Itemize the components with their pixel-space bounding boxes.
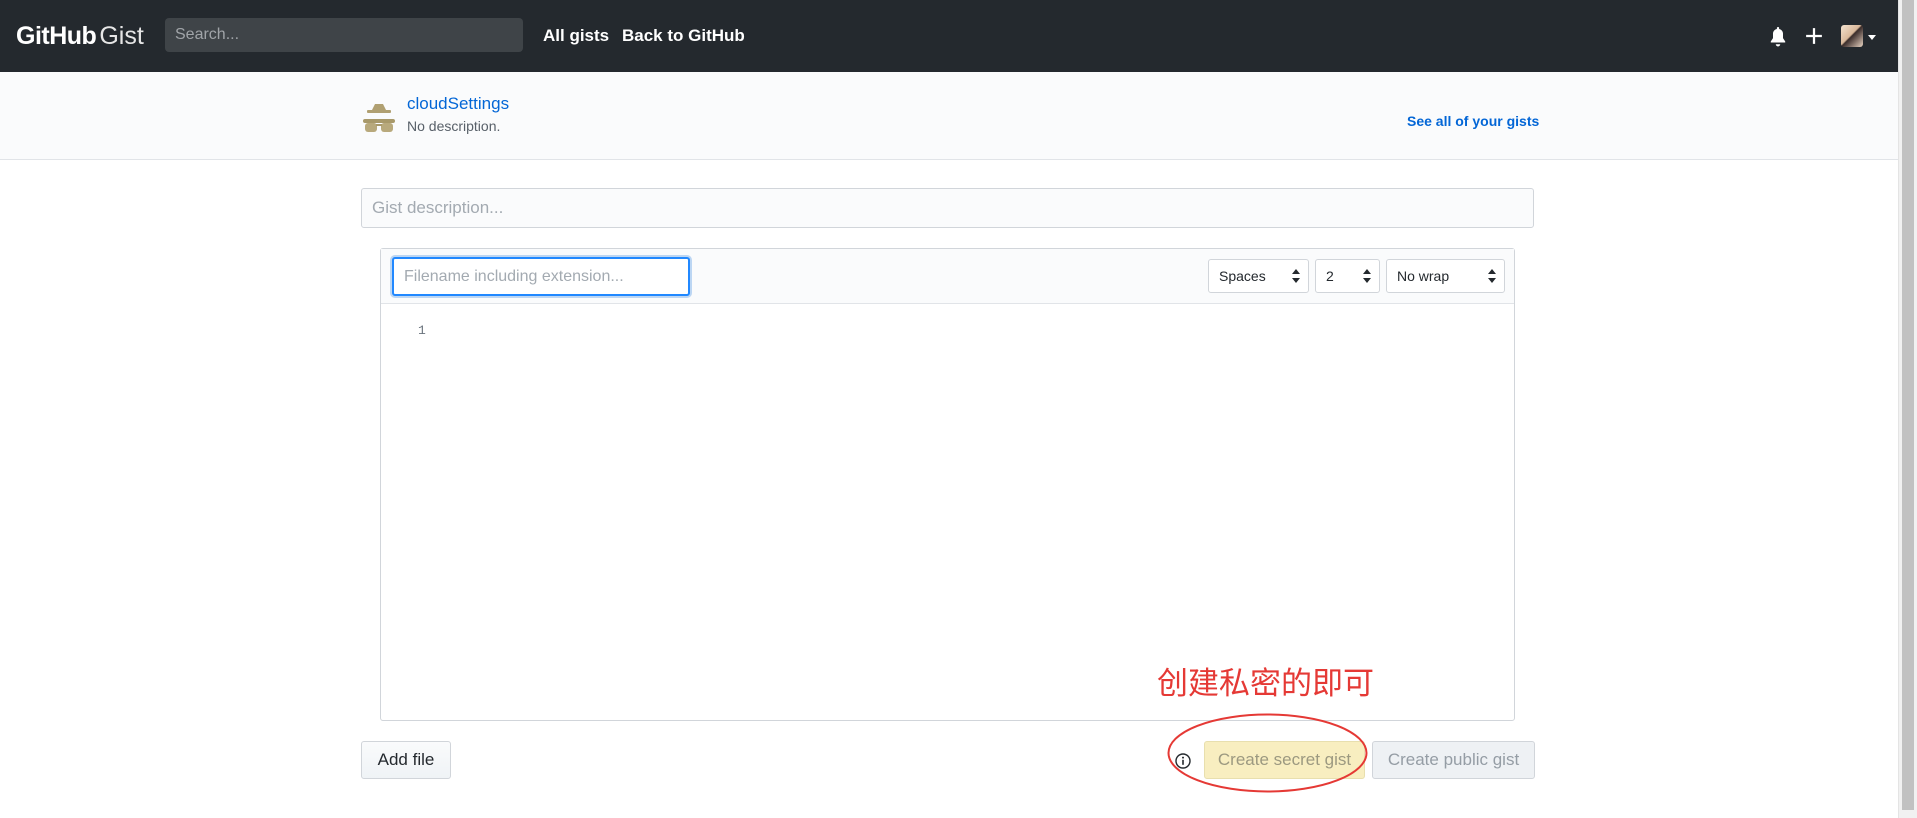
gist-owner-avatar-icon[interactable]	[361, 99, 397, 135]
add-file-button[interactable]: Add file	[361, 741, 451, 779]
indent-size-value: 2	[1326, 268, 1334, 284]
gist-description-input[interactable]	[361, 188, 1534, 228]
gist-name-link[interactable]: cloudSettings	[407, 94, 509, 114]
annotation-text: 创建私密的即可	[1157, 666, 1374, 702]
line-number: 1	[418, 323, 426, 338]
avatar[interactable]	[1841, 25, 1863, 47]
select-arrows-icon	[1292, 269, 1300, 283]
scrollbar-thumb[interactable]	[1902, 0, 1914, 810]
chevron-down-icon[interactable]	[1868, 35, 1876, 40]
logo-gist-text: Gist	[99, 22, 144, 50]
indent-mode-value: Spaces	[1219, 268, 1266, 284]
indent-size-select[interactable]: 2	[1315, 259, 1380, 293]
indent-mode-select[interactable]: Spaces	[1208, 259, 1309, 293]
logo-github-text: GitHub	[16, 22, 97, 50]
search-input[interactable]	[165, 18, 523, 52]
select-arrows-icon	[1363, 269, 1371, 283]
select-arrows-icon	[1488, 269, 1496, 283]
nav-all-gists-link[interactable]: All gists	[543, 26, 609, 46]
file-editor: Spaces 2 No wrap 1	[380, 248, 1515, 721]
filename-input[interactable]	[392, 257, 690, 296]
plus-icon[interactable]	[1805, 27, 1823, 45]
annotation-ellipse	[1167, 713, 1368, 793]
wrap-mode-value: No wrap	[1397, 268, 1450, 284]
top-navbar: GitHub Gist All gists Back to GitHub	[0, 0, 1898, 72]
file-editor-header: Spaces 2 No wrap	[381, 249, 1514, 304]
create-public-gist-button[interactable]: Create public gist	[1372, 741, 1535, 779]
nav-back-to-github-link[interactable]: Back to GitHub	[622, 26, 745, 46]
see-all-gists-link[interactable]: See all of your gists	[1407, 113, 1539, 129]
gist-header: cloudSettings No description. See all of…	[0, 72, 1898, 160]
gist-description: No description.	[407, 118, 501, 134]
wrap-mode-select[interactable]: No wrap	[1386, 259, 1505, 293]
bell-icon[interactable]	[1769, 27, 1787, 47]
scrollbar[interactable]	[1898, 0, 1917, 818]
github-gist-logo[interactable]: GitHub Gist	[16, 22, 144, 52]
